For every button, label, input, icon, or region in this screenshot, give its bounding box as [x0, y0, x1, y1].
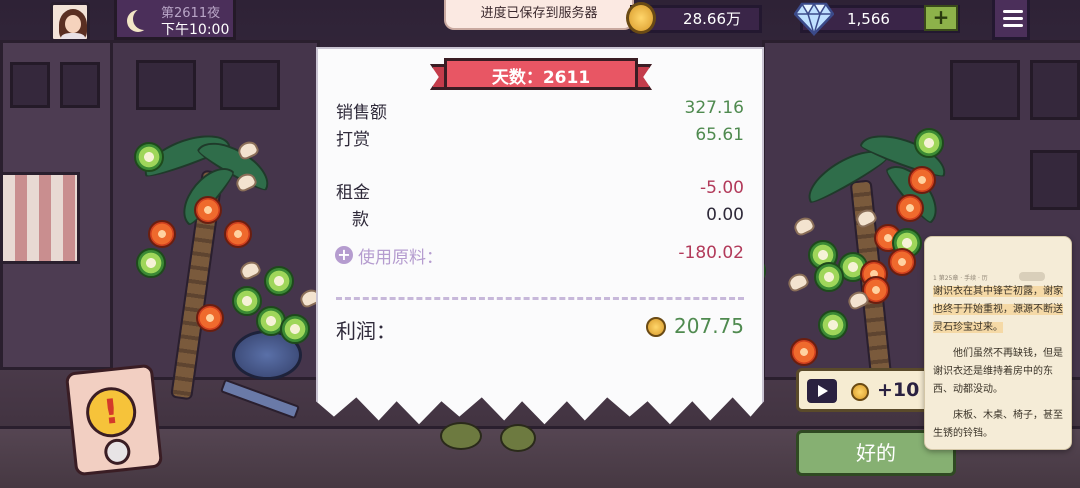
tomato-slice-icon: [148, 220, 176, 248]
materials-used-value: -180.02: [678, 243, 744, 263]
window: [1030, 60, 1080, 120]
buy-gems-button[interactable]: +: [924, 5, 958, 31]
pepper-slice-icon: [134, 142, 164, 172]
lounge-chair: [220, 378, 300, 420]
ad-reward-amount: +10: [877, 379, 920, 401]
striped-awning: [0, 172, 80, 264]
highlighted-text: 谢识衣在其中锋芒初露，谢家也终于开始重视，源源不断送灵石珍宝过来。: [933, 286, 1063, 333]
hamburger-line: [1003, 24, 1023, 27]
avatar-body: [61, 33, 85, 39]
mossy-rock: [500, 424, 536, 452]
reader-paragraph-highlight: 谢识衣在其中锋芒初露，谢家也终于开始重视，源源不断送灵石珍宝过来。: [933, 283, 1063, 337]
window: [220, 60, 280, 110]
pepper-slice-icon: [914, 128, 944, 158]
pepper-slice-icon: [818, 310, 848, 340]
player-avatar[interactable]: [50, 2, 90, 42]
tomato-slice-icon: [224, 220, 252, 248]
rent-value: -5.00: [700, 178, 744, 198]
diamond-icon: [794, 2, 834, 36]
tomato-slice-icon: [896, 194, 924, 222]
day-count-banner: 天数：2611: [430, 56, 652, 94]
mossy-rock: [440, 422, 482, 450]
window: [1030, 150, 1080, 210]
reader-paragraph: 床板、木桌、椅子，甚至生锈的铃铛。: [933, 410, 1063, 439]
save-status-toast: 进度已保存到服务器: [444, 0, 634, 30]
card-knob-icon: [103, 437, 132, 467]
window: [950, 60, 1020, 120]
tomato-slice-icon: [888, 248, 916, 276]
main-menu-button[interactable]: [992, 0, 1030, 40]
profit-value: 207.75: [674, 314, 744, 338]
tips-value: 65.61: [695, 125, 744, 145]
materials-used-label[interactable]: 使用原料：: [358, 243, 443, 268]
tomato-slice-icon: [908, 166, 936, 194]
expand-materials-icon[interactable]: +: [335, 246, 353, 264]
exclamation-icon: !: [83, 384, 139, 440]
gold-coin-icon: [646, 317, 666, 337]
pepper-slice-icon: [136, 248, 166, 278]
pepper-slice-icon: [264, 266, 294, 296]
loan-label: 款: [352, 210, 369, 230]
tomato-slice-icon: [194, 196, 222, 224]
pepper-slice-icon: [814, 262, 844, 292]
tomato-slice-icon: [790, 338, 818, 366]
gold-coin-icon: [851, 383, 869, 401]
receipt-divider: [336, 297, 744, 300]
notice-card-button[interactable]: !: [64, 363, 164, 477]
watch-ad-reward-button[interactable]: +10: [796, 368, 944, 412]
day-count-label: 天数：2611: [491, 68, 591, 88]
profit-label: 利润：: [336, 319, 396, 343]
window: [60, 62, 100, 108]
hamburger-line: [1003, 17, 1023, 20]
pepper-slice-icon: [280, 314, 310, 344]
tips-label: 打赏: [336, 130, 370, 150]
window: [136, 60, 196, 110]
pepper-slice-icon: [232, 286, 262, 316]
reader-paragraph: 他们虽然不再缺钱，但是谢识衣还是维持着房中的东西、动都没动。: [933, 348, 1063, 395]
reader-status-pill: [1019, 272, 1045, 281]
window: [10, 62, 50, 108]
gold-coin-icon: [626, 2, 656, 34]
day-time-panel: 第2611夜 下午10:00: [114, 0, 236, 40]
loan-value: 0.00: [706, 205, 744, 225]
rent-label: 租金: [336, 183, 370, 203]
tomato-slice-icon: [196, 304, 224, 332]
sales-label: 销售额: [336, 103, 387, 123]
avatar-face: [65, 15, 81, 33]
floating-reader-window[interactable]: 1 第25章 · 手续 · 历 谢识衣在其中锋芒初露，谢家也终于开始重视，源源不…: [924, 236, 1072, 450]
hamburger-line: [1003, 10, 1023, 13]
clock-time: 下午10:00: [161, 22, 230, 38]
play-video-icon: [807, 379, 837, 403]
moon-icon: [133, 8, 155, 30]
sales-value: 327.16: [684, 98, 744, 118]
